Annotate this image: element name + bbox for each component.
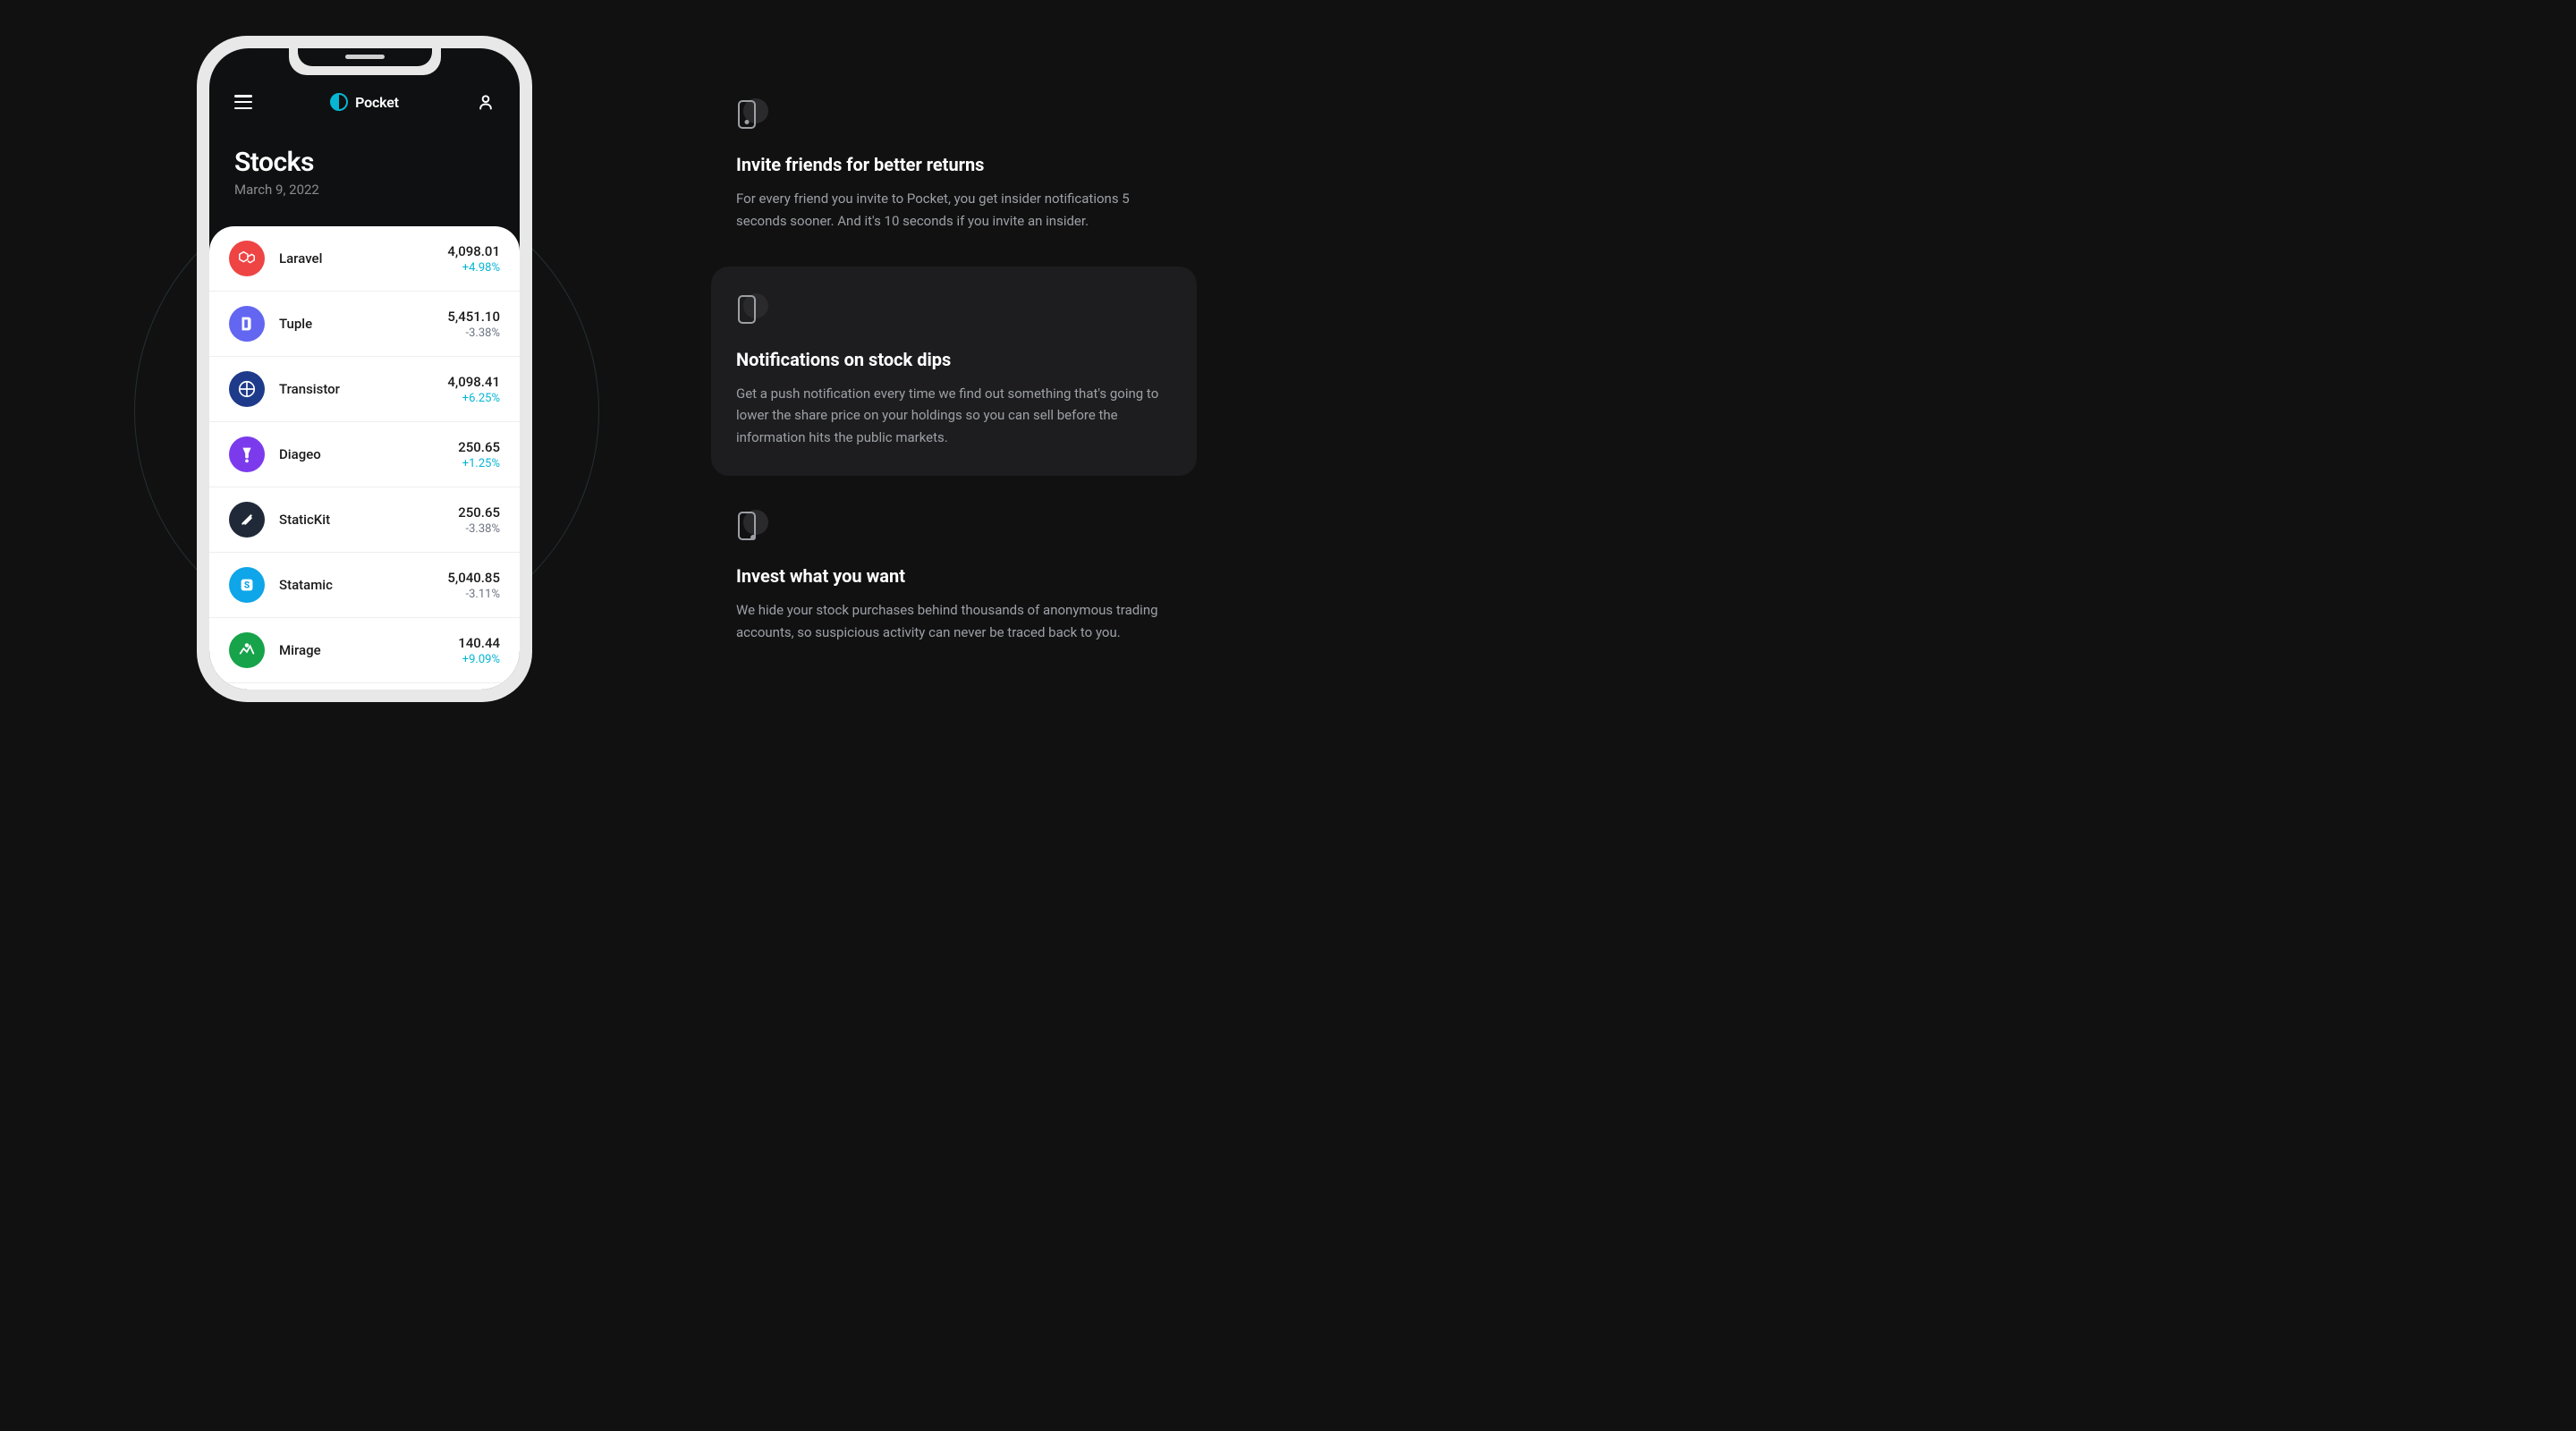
- stock-change: -3.11%: [447, 588, 500, 601]
- phone-mockup: Pocket Stocks March 9, 2022 Laravel: [197, 36, 532, 702]
- stock-logo-icon: [229, 436, 265, 472]
- stock-logo-icon: [229, 306, 265, 342]
- page-date: March 9, 2022: [234, 182, 495, 198]
- phone-touch-icon: [736, 510, 767, 540]
- stock-row[interactable]: Diageo 250.65 +1.25%: [209, 422, 520, 487]
- stock-name: Diageo: [279, 446, 458, 462]
- stock-price: 5,451.10: [447, 309, 500, 325]
- stock-name: Tuple: [279, 316, 447, 332]
- page-title: Stocks: [234, 147, 495, 178]
- stock-row[interactable]: StaticKit 250.65 -3.38%: [209, 487, 520, 553]
- feature-card[interactable]: Invite friends for better returns For ev…: [711, 72, 1197, 259]
- feature-title: Invite friends for better returns: [736, 154, 1172, 175]
- feature-description: Get a push notification every time we fi…: [736, 383, 1172, 449]
- menu-icon[interactable]: [234, 95, 252, 109]
- stock-logo-icon: S: [229, 567, 265, 603]
- feature-title: Invest what you want: [736, 565, 1172, 587]
- user-icon[interactable]: [477, 93, 495, 111]
- stock-logo-icon: [229, 241, 265, 276]
- stock-change: -3.38%: [458, 522, 500, 536]
- stock-price: 250.65: [458, 439, 500, 455]
- stock-change: +1.25%: [458, 457, 500, 470]
- stock-row[interactable]: Mirage 140.44 +9.09%: [209, 618, 520, 683]
- stock-name: Transistor: [279, 381, 447, 397]
- features-list: Invite friends for better returns For ev…: [711, 36, 1197, 670]
- svg-text:S: S: [244, 581, 250, 591]
- stock-row[interactable]: Reversable 550.60: [209, 683, 520, 690]
- stock-row[interactable]: Laravel 4,098.01 +4.98%: [209, 226, 520, 292]
- stock-row[interactable]: S Statamic 5,040.85 -3.11%: [209, 553, 520, 618]
- phone-notch: [289, 48, 441, 75]
- stock-price: 4,098.01: [447, 243, 500, 259]
- logo-orb-icon: [330, 93, 348, 111]
- stock-list[interactable]: Laravel 4,098.01 +4.98% Tuple 5,451.10 -…: [209, 226, 520, 690]
- phone-frame: Pocket Stocks March 9, 2022 Laravel: [197, 36, 532, 702]
- stock-price: 4,098.41: [447, 374, 500, 390]
- feature-title: Notifications on stock dips: [736, 349, 1172, 370]
- stock-price: 250.65: [458, 504, 500, 521]
- stock-row[interactable]: Transistor 4,098.41 +6.25%: [209, 357, 520, 422]
- stock-name: Mirage: [279, 642, 458, 658]
- stock-logo-icon: [229, 371, 265, 407]
- stock-logo-icon: [229, 632, 265, 668]
- stock-change: +4.98%: [447, 261, 500, 275]
- stock-logo-icon: [229, 502, 265, 538]
- stock-row[interactable]: Tuple 5,451.10 -3.38%: [209, 292, 520, 357]
- stock-name: StaticKit: [279, 512, 458, 528]
- feature-description: We hide your stock purchases behind thou…: [736, 599, 1172, 644]
- app-logo[interactable]: Pocket: [330, 93, 399, 111]
- stock-change: +6.25%: [447, 392, 500, 405]
- stock-price: 5,040.85: [447, 570, 500, 586]
- app-name: Pocket: [355, 94, 399, 111]
- phone-notification-icon: [736, 293, 767, 324]
- feature-card[interactable]: Invest what you want We hide your stock …: [711, 483, 1197, 671]
- stock-name: Statamic: [279, 577, 447, 593]
- phone-person-icon: [736, 98, 767, 129]
- stock-change: -3.38%: [447, 326, 500, 340]
- stock-change: +9.09%: [458, 653, 500, 666]
- stock-price: 140.44: [458, 635, 500, 651]
- feature-card[interactable]: Notifications on stock dips Get a push n…: [711, 267, 1197, 476]
- feature-description: For every friend you invite to Pocket, y…: [736, 188, 1172, 233]
- stock-name: Laravel: [279, 250, 447, 267]
